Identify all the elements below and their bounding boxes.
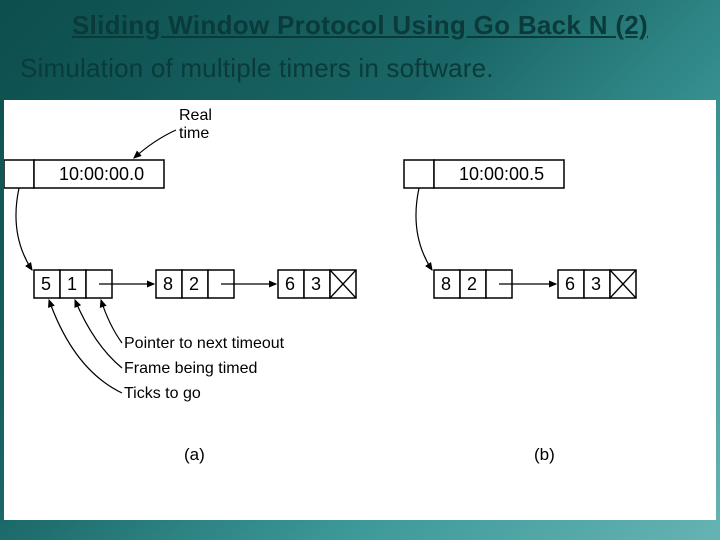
diagram-canvas: Real time 10:00:00.0 10:00:00.5 5 1 8 2 (4, 100, 716, 520)
slide-subtitle: Simulation of multiple timers in softwar… (0, 45, 720, 94)
node-a-2-ticks: 8 (163, 274, 173, 294)
clock-box-a: 10:00:00.0 (4, 160, 164, 188)
arrow-ticks (49, 300, 122, 393)
label-frame: Frame being timed (124, 360, 257, 377)
label-ticks: Ticks to go (124, 385, 201, 402)
slide-title: Sliding Window Protocol Using Go Back N … (0, 0, 720, 45)
node-b-1-ticks: 8 (441, 274, 451, 294)
arrow-pointer (101, 300, 122, 343)
caption-a: (a) (184, 445, 205, 464)
arrow-frame (75, 300, 122, 368)
node-a-1-frame: 1 (67, 274, 77, 294)
clock-b-text: 10:00:00.5 (459, 164, 544, 184)
head-pointer-b (416, 188, 432, 270)
diagram-svg: Real time 10:00:00.0 10:00:00.5 5 1 8 2 (4, 100, 716, 520)
node-a-3: 6 3 (278, 270, 356, 298)
node-b-1-frame: 2 (467, 274, 477, 294)
caption-b: (b) (534, 445, 555, 464)
head-pointer-a (16, 188, 32, 270)
clock-box-b: 10:00:00.5 (404, 160, 564, 188)
arrow-real-time (134, 130, 176, 158)
node-b-2-frame: 3 (591, 274, 601, 294)
node-a-3-frame: 3 (311, 274, 321, 294)
node-a-2-frame: 2 (189, 274, 199, 294)
node-b-2-ticks: 6 (565, 274, 575, 294)
clock-a-text: 10:00:00.0 (59, 164, 144, 184)
label-pointer: Pointer to next timeout (124, 335, 285, 352)
label-real-time-2: time (179, 125, 209, 142)
label-real-time-1: Real (179, 107, 212, 124)
node-a-1-ticks: 5 (41, 274, 51, 294)
node-a-3-ticks: 6 (285, 274, 295, 294)
node-b-2: 6 3 (558, 270, 636, 298)
